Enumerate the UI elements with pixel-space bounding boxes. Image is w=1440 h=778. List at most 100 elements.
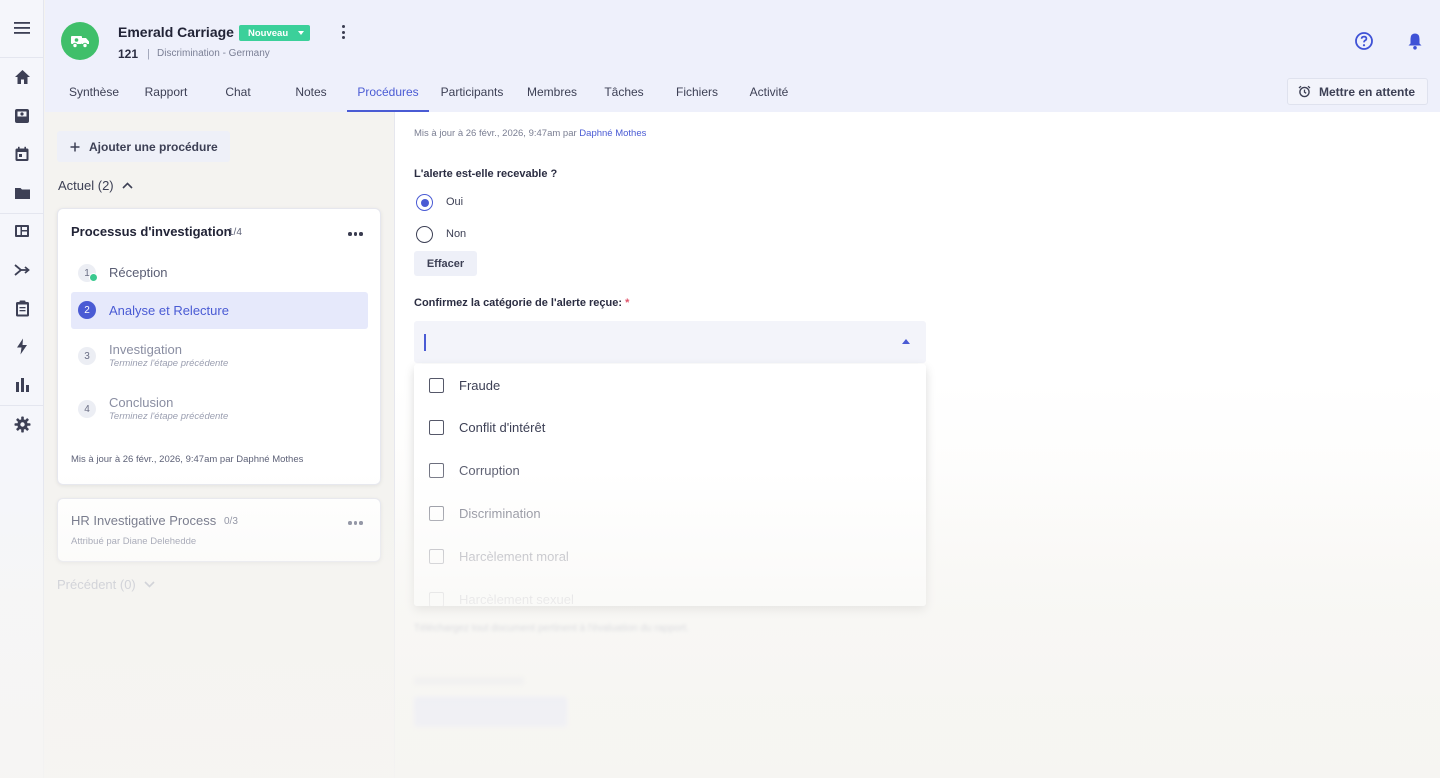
- step-hint: Terminez l'étape précédente: [109, 358, 229, 369]
- option-conflit-interet[interactable]: Conflit d'intérêt: [414, 406, 926, 449]
- radio-non[interactable]: [416, 226, 433, 243]
- procedure-updated: Mis à jour à 26 févr., 2026, 9:47am par …: [71, 454, 304, 465]
- check-icon: [89, 273, 98, 282]
- option-harcelement-sexuel[interactable]: Harcèlement sexuel: [414, 578, 926, 606]
- clipboard-icon[interactable]: [0, 289, 44, 327]
- procedure-progress: 0/3: [224, 516, 238, 527]
- upload-hint: Téléchargez tout document pertinent à l'…: [414, 623, 689, 634]
- checkbox-icon[interactable]: [429, 463, 444, 478]
- procedure-card-investigation: Processus d'investigation 1/4 1 Réceptio…: [57, 208, 381, 485]
- upload-button[interactable]: [414, 697, 567, 727]
- inbox-icon[interactable]: [0, 97, 44, 135]
- question-admissible: L'alerte est-elle recevable ?: [414, 168, 558, 180]
- category-dropdown: Fraude Conflit d'intérêt Corruption Disc…: [414, 364, 926, 606]
- procedure-title: HR Investigative Process: [71, 513, 217, 528]
- chevron-up-icon[interactable]: [902, 339, 910, 344]
- put-on-hold-button[interactable]: Mettre en attente: [1287, 78, 1428, 105]
- updated-author-link[interactable]: Daphné Mothes: [579, 128, 646, 139]
- procedure-more-icon[interactable]: [348, 521, 363, 525]
- current-section-label: Actuel (2): [58, 178, 114, 193]
- step-label: Investigation: [109, 342, 182, 357]
- chevron-down-icon: [298, 31, 305, 35]
- left-rail: [0, 0, 44, 778]
- calendar-icon[interactable]: [0, 135, 44, 173]
- case-tabs: Synthèse Rapport Chat Notes Procédures P…: [45, 72, 1045, 112]
- case-separator: |: [147, 48, 150, 60]
- form-updated-info: Mis à jour à 26 févr., 2026, 9:47am par …: [414, 128, 647, 139]
- radio-oui[interactable]: [416, 194, 433, 211]
- step-number: 4: [78, 400, 96, 418]
- folder-icon[interactable]: [0, 174, 44, 212]
- home-icon[interactable]: [0, 58, 44, 96]
- step-hint: Terminez l'étape précédente: [109, 411, 229, 422]
- procedure-progress: 1/4: [228, 227, 242, 238]
- step-number: 2: [78, 301, 96, 319]
- tab-notes[interactable]: Notes: [281, 72, 341, 112]
- tab-activite[interactable]: Activité: [740, 72, 798, 112]
- checkbox-icon[interactable]: [429, 506, 444, 521]
- plus-icon: [70, 142, 80, 151]
- text-caret: [424, 334, 426, 351]
- option-discrimination[interactable]: Discrimination: [414, 492, 926, 535]
- tab-rapport[interactable]: Rapport: [133, 72, 199, 112]
- question-category: Confirmez la catégorie de l'alerte reçue…: [414, 297, 630, 309]
- procedure-title: Processus d'investigation: [71, 224, 232, 239]
- procedure-more-icon[interactable]: [348, 232, 363, 236]
- notification-bell-icon[interactable]: [1405, 31, 1425, 51]
- table-icon[interactable]: [0, 212, 44, 250]
- add-procedure-label: Ajouter une procédure: [89, 139, 218, 154]
- help-icon[interactable]: [1354, 31, 1374, 51]
- step-reception[interactable]: 1 Réception: [71, 261, 368, 285]
- add-procedure-button[interactable]: Ajouter une procédure: [57, 131, 230, 162]
- checkbox-icon[interactable]: [429, 378, 444, 393]
- tab-procedures[interactable]: Procédures: [347, 72, 429, 112]
- tab-chat[interactable]: Chat: [208, 72, 268, 112]
- status-dropdown[interactable]: Nouveau: [239, 25, 311, 41]
- case-subtitle: Discrimination - Germany: [157, 48, 270, 59]
- required-marker: *: [625, 297, 630, 309]
- status-label: Nouveau: [248, 27, 289, 39]
- case-avatar: [61, 22, 99, 60]
- step-label: Conclusion: [109, 395, 174, 410]
- option-harcelement-moral[interactable]: Harcèlement moral: [414, 535, 926, 578]
- upload-label-placeholder: [414, 677, 524, 685]
- merge-icon[interactable]: [0, 251, 44, 289]
- procedure-step-form: Mis à jour à 26 févr., 2026, 9:47am par …: [394, 112, 1440, 778]
- lightning-icon[interactable]: [0, 327, 44, 365]
- previous-section-label: Précédent (0): [57, 577, 136, 592]
- radio-oui-label: Oui: [446, 196, 464, 208]
- step-number: 3: [78, 347, 96, 365]
- category-select[interactable]: [414, 321, 926, 363]
- current-section-toggle[interactable]: Actuel (2): [58, 178, 133, 193]
- checkbox-icon[interactable]: [429, 592, 444, 606]
- case-number: 121: [118, 47, 139, 61]
- alarm-clock-icon: [1298, 85, 1311, 98]
- checkbox-icon[interactable]: [429, 549, 444, 564]
- bar-chart-icon[interactable]: [0, 366, 44, 404]
- case-title: Emerald Carriage: [118, 24, 234, 40]
- tab-participants[interactable]: Participants: [437, 72, 507, 112]
- tab-taches[interactable]: Tâches: [596, 72, 652, 112]
- case-header: Emerald Carriage Nouveau 121 | Discrimin…: [45, 0, 1440, 112]
- option-corruption[interactable]: Corruption: [414, 449, 926, 492]
- tab-synthese[interactable]: Synthèse: [59, 72, 129, 112]
- previous-section-toggle[interactable]: Précédent (0): [57, 577, 155, 592]
- menu-icon[interactable]: [0, 9, 44, 47]
- clear-button[interactable]: Effacer: [414, 251, 477, 276]
- step-investigation[interactable]: 3 Investigation Terminez l'étape précéde…: [71, 339, 368, 375]
- put-on-hold-label: Mettre en attente: [1319, 84, 1416, 99]
- gear-icon[interactable]: [0, 405, 44, 443]
- step-analyse-relecture[interactable]: 2 Analyse et Relecture: [71, 292, 368, 329]
- checkbox-icon[interactable]: [429, 420, 444, 435]
- tab-fichiers[interactable]: Fichiers: [667, 72, 727, 112]
- step-label: Réception: [109, 265, 168, 280]
- radio-non-label: Non: [446, 228, 467, 240]
- truck-icon: [71, 36, 89, 49]
- tab-membres[interactable]: Membres: [520, 72, 584, 112]
- procedure-card-hr[interactable]: HR Investigative Process 0/3 Attribué pa…: [57, 498, 381, 562]
- procedure-assigned-by: Attribué par Diane Delehedde: [71, 536, 197, 547]
- step-conclusion[interactable]: 4 Conclusion Terminez l'étape précédente: [71, 392, 368, 428]
- chevron-down-icon: [144, 581, 155, 588]
- case-more-menu-icon[interactable]: [337, 22, 349, 42]
- option-fraude[interactable]: Fraude: [414, 364, 926, 407]
